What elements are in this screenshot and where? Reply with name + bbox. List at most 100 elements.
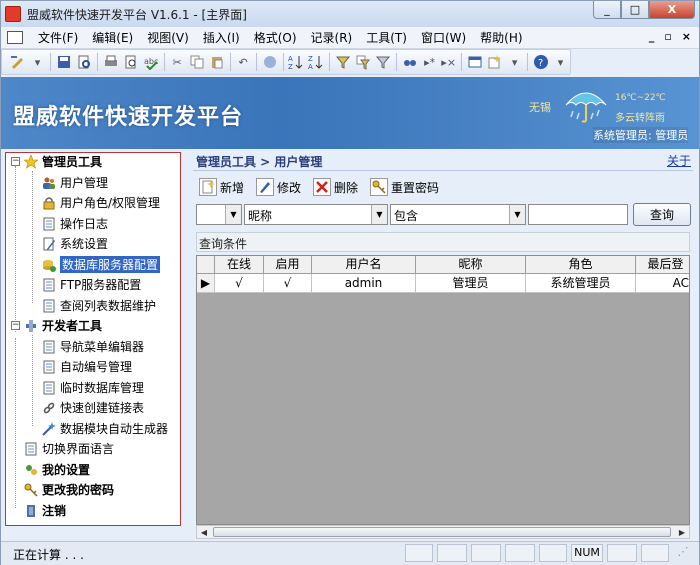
chevron-down-icon[interactable]: ▼ [225, 205, 241, 224]
tree-item-my-settings[interactable]: 我的设置 [24, 460, 90, 479]
resize-grip-icon[interactable]: ⋰ [673, 544, 693, 562]
search-file-icon[interactable] [76, 53, 92, 71]
chevron-down-icon[interactable]: ▼ [509, 205, 525, 224]
filter-by-form-icon[interactable] [355, 53, 371, 71]
copy-icon[interactable] [189, 53, 205, 71]
scroll-thumb[interactable] [213, 527, 671, 537]
search-input[interactable] [528, 204, 628, 225]
field-select[interactable]: ▼ [196, 204, 242, 225]
chevron-down-icon[interactable]: ▼ [371, 205, 387, 224]
delete-record-icon[interactable]: ▸× [441, 53, 456, 71]
database-window-icon[interactable] [467, 53, 483, 71]
scroll-right-icon[interactable]: ▶ [676, 527, 688, 537]
about-link[interactable]: 关于 [667, 152, 691, 169]
toolbar-separator [329, 53, 331, 71]
collapse-toggle[interactable]: − [11, 157, 20, 166]
tree-item-temp-db-management[interactable]: 临时数据库管理 [42, 378, 144, 397]
menu-view[interactable]: 视图(V) [140, 29, 196, 46]
menu-format[interactable]: 格式(O) [247, 29, 304, 46]
reset-password-button[interactable]: 重置密码 [370, 176, 439, 198]
hyperlink-icon[interactable] [262, 53, 278, 71]
tree-item-role-permissions[interactable]: 用户角色/权限管理 [42, 193, 160, 212]
tree-item-system-settings[interactable]: 系统设置 [42, 234, 108, 253]
filter-by-selection-icon[interactable] [335, 53, 351, 71]
maximize-button[interactable]: □ [621, 1, 649, 19]
tree-item-user-management[interactable]: 用户管理 [42, 173, 108, 192]
menu-window[interactable]: 窗口(W) [414, 29, 473, 46]
query-button[interactable]: 查询 [633, 203, 691, 226]
menu-file[interactable]: 文件(F) [31, 29, 85, 46]
tree-item-change-password[interactable]: 更改我的密码 [24, 480, 114, 499]
tree-group-admin-tools[interactable]: 管理员工具 [24, 152, 102, 171]
mdi-close-button[interactable]: × [682, 30, 691, 43]
menu-edit[interactable]: 编辑(E) [85, 29, 140, 46]
tree-item-lookup-list-maintenance[interactable]: 查阅列表数据维护 [42, 296, 156, 315]
paste-icon[interactable] [209, 53, 225, 71]
tree-item-module-generator[interactable]: 数据模块自动生成器 [42, 419, 168, 438]
menu-records[interactable]: 记录(R) [304, 29, 360, 46]
edit-button-label: 修改 [277, 180, 302, 195]
tree-group-developer-tools[interactable]: 开发者工具 [24, 316, 102, 335]
tree-item-operation-log[interactable]: 操作日志 [42, 214, 108, 233]
document-menu-icon[interactable] [7, 31, 23, 44]
tree-item-nav-menu-editor[interactable]: 导航菜单编辑器 [42, 337, 144, 356]
toolbar-options-icon[interactable]: ▾ [553, 53, 568, 71]
menu-tools[interactable]: 工具(T) [359, 29, 414, 46]
tree-item-switch-language[interactable]: 切换界面语言 [24, 439, 114, 458]
mdi-restore-button[interactable]: ▫ [664, 30, 671, 43]
column-header-last-login[interactable]: 最后登 [636, 256, 689, 274]
current-row-arrow-icon: ▶ [200, 276, 211, 290]
design-view-icon[interactable] [10, 53, 26, 71]
dropdown-arrow-icon[interactable]: ▾ [30, 53, 45, 71]
tree-item-quick-link-table[interactable]: 快速创建链接表 [42, 398, 144, 417]
column-header-role[interactable]: 角色 [526, 256, 636, 274]
column-header-enabled[interactable]: 启用 [264, 256, 312, 274]
status-panel [471, 544, 501, 562]
dropdown-arrow-icon[interactable]: ▾ [507, 53, 522, 71]
save-icon[interactable] [56, 53, 72, 71]
tree-item-auto-number-management[interactable]: 自动编号管理 [42, 357, 132, 376]
find-icon[interactable] [402, 53, 418, 71]
column-select[interactable]: 昵称 ▼ [244, 204, 388, 225]
table-cell[interactable]: 系统管理员 [526, 274, 636, 293]
print-icon[interactable] [103, 53, 119, 71]
spell-check-icon[interactable]: abc [143, 53, 159, 71]
title-bar[interactable]: 盟威软件快速开发平台 V1.6.1 - [主界面] _ □ X [1, 1, 699, 27]
column-header-username[interactable]: 用户名 [312, 256, 416, 274]
table-cell[interactable]: AC [636, 274, 689, 293]
print-preview-icon[interactable] [123, 53, 139, 71]
help-icon[interactable]: ? [533, 53, 549, 71]
new-object-icon[interactable] [487, 53, 503, 71]
toolbar-separator [255, 53, 257, 71]
column-header-nickname[interactable]: 昵称 [416, 256, 526, 274]
scroll-left-icon[interactable]: ◀ [198, 527, 210, 537]
cut-icon[interactable]: ✂ [170, 53, 185, 71]
sort-descending-icon[interactable]: ZA [308, 53, 324, 71]
minimize-button[interactable]: _ [593, 1, 621, 19]
edit-button[interactable]: 修改 [256, 176, 301, 198]
tree-item-db-server-config[interactable]: 数据库服务器配置 [42, 255, 161, 274]
table-cell[interactable]: 管理员 [416, 274, 526, 293]
column-header-online[interactable]: 在线 [215, 256, 264, 274]
mdi-minimize-button[interactable]: _ [649, 30, 655, 43]
delete-button[interactable]: 删除 [313, 176, 358, 198]
tree-item-logout[interactable]: 注销 [24, 501, 66, 520]
horizontal-scrollbar[interactable]: ◀ ▶ [196, 525, 690, 539]
user-data-grid[interactable]: 在线 启用 用户名 昵称 角色 最后登 ▶ √ √ admin 管理员 系统管理… [196, 255, 690, 525]
close-button[interactable]: X [649, 1, 695, 19]
operator-select[interactable]: 包含 ▼ [390, 204, 526, 225]
row-selector[interactable]: ▶ [197, 274, 215, 293]
new-record-icon[interactable]: ▸* [422, 53, 437, 71]
collapse-toggle[interactable]: − [11, 321, 20, 330]
add-button[interactable]: 新增 [199, 176, 244, 198]
table-cell[interactable]: admin [312, 274, 416, 293]
status-panel [607, 544, 637, 562]
table-cell[interactable]: √ [264, 274, 312, 293]
menu-insert[interactable]: 插入(I) [196, 29, 247, 46]
tree-item-ftp-config[interactable]: FTP服务器配置 [42, 275, 141, 294]
menu-help[interactable]: 帮助(H) [473, 29, 529, 46]
undo-icon[interactable]: ↶ [236, 53, 251, 71]
apply-filter-icon[interactable] [375, 53, 391, 71]
sort-ascending-icon[interactable]: AZ [288, 53, 304, 71]
table-cell[interactable]: √ [215, 274, 264, 293]
